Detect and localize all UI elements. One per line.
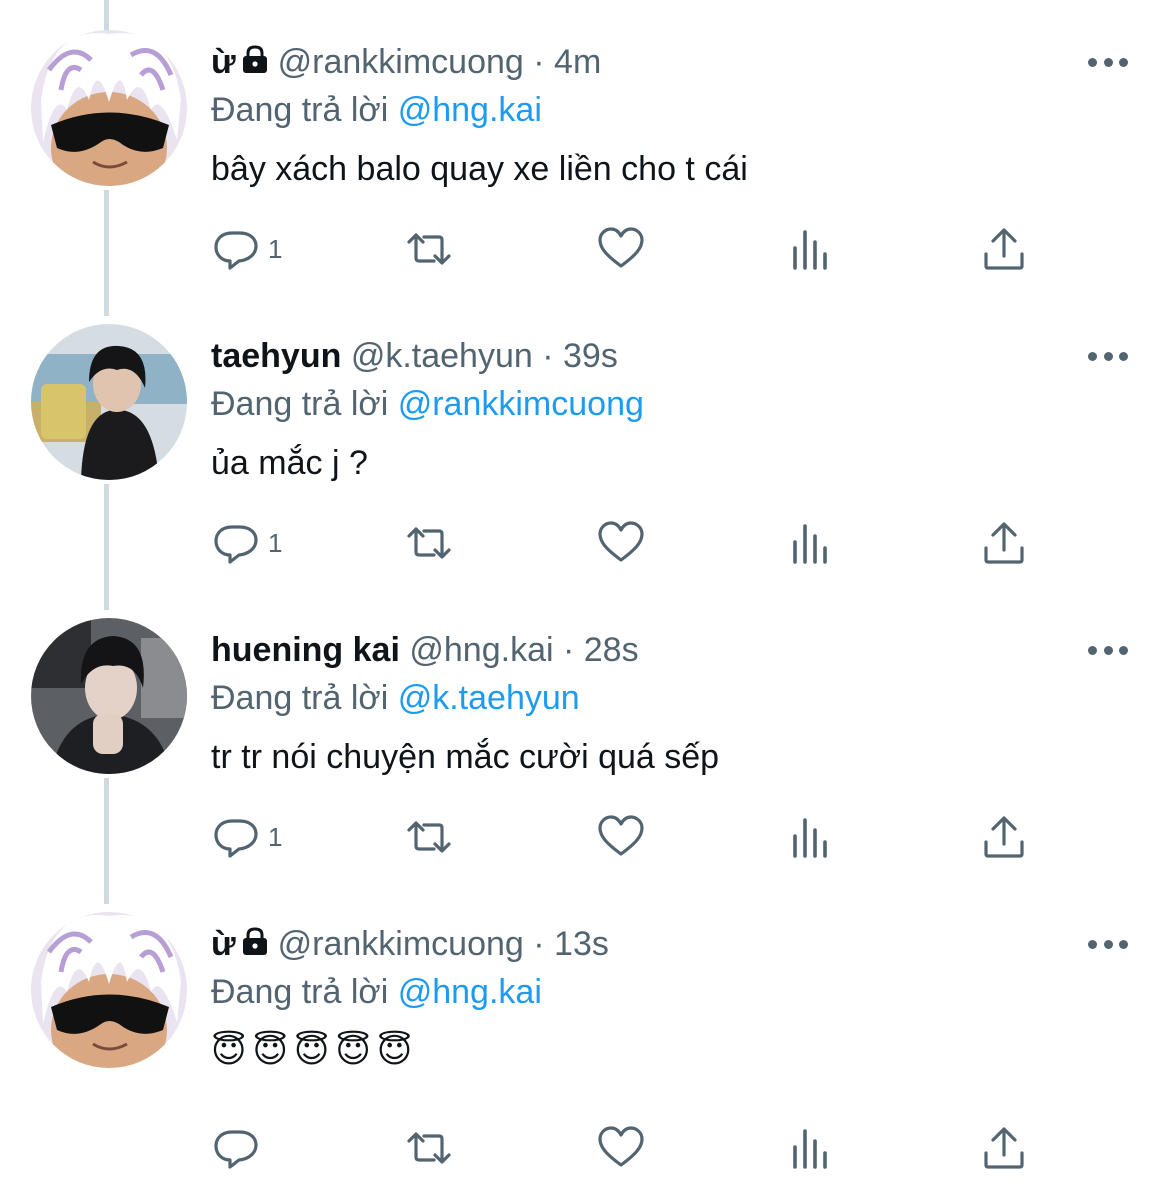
action-bar: 1 [0,219,1170,279]
share-button[interactable] [979,807,1029,867]
replying-to: Đang trả lời @k.taehyun [211,676,580,720]
reply-count: 1 [268,233,283,264]
tweet-header: taehyun @k.taehyun · 39s [211,334,1090,378]
avatar[interactable] [31,324,187,480]
reply-button[interactable]: 1 [212,219,282,279]
action-bar [0,1118,1170,1178]
views-button[interactable] [787,1118,837,1178]
separator-dot: · [533,925,545,963]
reply-button[interactable]: 1 [212,513,282,573]
like-button[interactable] [596,219,646,279]
more-icon[interactable] [1088,640,1128,660]
reply-count: 1 [268,821,283,852]
replying-label: Đang trả lời [211,385,389,423]
share-button[interactable] [979,219,1029,279]
analytics-icon [793,1129,827,1169]
replying-label: Đang trả lời [211,91,389,129]
replying-to: Đang trả lời @rankkimcuong [211,382,644,426]
tweet[interactable]: taehyun @k.taehyun · 39s Đang trả lời @r… [0,324,1170,574]
retweet-icon [407,233,451,265]
retweet-icon [407,527,451,559]
lock-icon [240,42,270,86]
display-name[interactable]: taehyun [211,337,341,375]
tweet-header: ừ @rankkimcuong · 13s [211,922,1090,968]
reply-count: 1 [268,527,283,558]
retweet-icon [407,821,451,853]
mention-link[interactable]: @hng.kai [398,973,542,1011]
retweet-button[interactable] [404,219,454,279]
replying-to: Đang trả lời @hng.kai [211,970,542,1014]
share-icon [984,816,1024,858]
tweet-text: tr tr nói chuyện mắc cười quá sếp [211,738,720,776]
timestamp[interactable]: 4m [554,43,601,81]
avatar[interactable] [31,618,187,774]
avatar[interactable] [31,30,187,186]
timestamp[interactable]: 28s [584,631,639,669]
tweet[interactable]: ừ @rankkimcuong · 13s Đang trả lời @hng.k… [0,912,1170,1182]
heart-icon [598,1126,644,1167]
heart-icon [598,815,644,856]
action-bar: 1 [0,513,1170,573]
replying-label: Đang trả lời [211,973,389,1011]
share-icon [984,228,1024,270]
views-button[interactable] [787,807,837,867]
retweet-button[interactable] [404,807,454,867]
replying-to: Đang trả lời @hng.kai [211,88,542,132]
reply-button[interactable] [212,1118,262,1178]
separator-dot: · [533,43,545,81]
mention-link[interactable]: @k.taehyun [398,679,580,717]
display-name[interactable]: ừ [211,43,236,81]
tweet-text: ủa mắc j ? [211,444,368,482]
reply-icon [214,231,258,270]
user-handle[interactable]: @rankkimcuong [278,925,524,963]
tweet-text: 😇😇😇😇😇 [211,1031,419,1071]
tweet-text: bây xách balo quay xe liền cho t cái [211,150,748,188]
retweet-icon [407,1132,451,1164]
tweet-header: ừ @rankkimcuong · 4m [211,40,1090,86]
user-handle[interactable]: @rankkimcuong [278,43,524,81]
heart-icon [598,521,644,562]
display-name[interactable]: ừ [211,925,236,963]
reply-icon [214,819,258,858]
like-button[interactable] [596,1118,646,1178]
separator-dot: · [542,337,554,375]
like-button[interactable] [596,807,646,867]
retweet-button[interactable] [404,513,454,573]
timestamp[interactable]: 13s [554,925,609,963]
user-handle[interactable]: @k.taehyun [351,337,533,375]
analytics-icon [793,230,827,270]
analytics-icon [793,524,827,564]
share-button[interactable] [979,1118,1029,1178]
share-button[interactable] [979,513,1029,573]
reply-button[interactable]: 1 [212,807,282,867]
avatar[interactable] [31,912,187,1068]
more-icon[interactable] [1088,52,1128,72]
tweet[interactable]: huening kai @hng.kai · 28s Đang trả lời … [0,618,1170,868]
replying-label: Đang trả lời [211,679,389,717]
lock-icon [240,924,270,968]
timestamp[interactable]: 39s [563,337,618,375]
action-bar: 1 [0,807,1170,867]
user-handle[interactable]: @hng.kai [409,631,553,669]
heart-icon [598,227,644,268]
tweet-header: huening kai @hng.kai · 28s [211,628,1090,672]
display-name[interactable]: huening kai [211,631,400,669]
mention-link[interactable]: @rankkimcuong [398,385,644,423]
like-button[interactable] [596,513,646,573]
analytics-icon [793,818,827,858]
more-icon[interactable] [1088,346,1128,366]
retweet-button[interactable] [404,1118,454,1178]
views-button[interactable] [787,513,837,573]
more-icon[interactable] [1088,934,1128,954]
mention-link[interactable]: @hng.kai [398,91,542,129]
reply-icon [214,1130,258,1169]
views-button[interactable] [787,219,837,279]
tweet[interactable]: ừ @rankkimcuong · 4m Đang trả lời @hng.ka… [0,30,1170,280]
share-icon [984,522,1024,564]
separator-dot: · [562,631,575,669]
share-icon [984,1127,1024,1169]
reply-icon [214,525,258,564]
